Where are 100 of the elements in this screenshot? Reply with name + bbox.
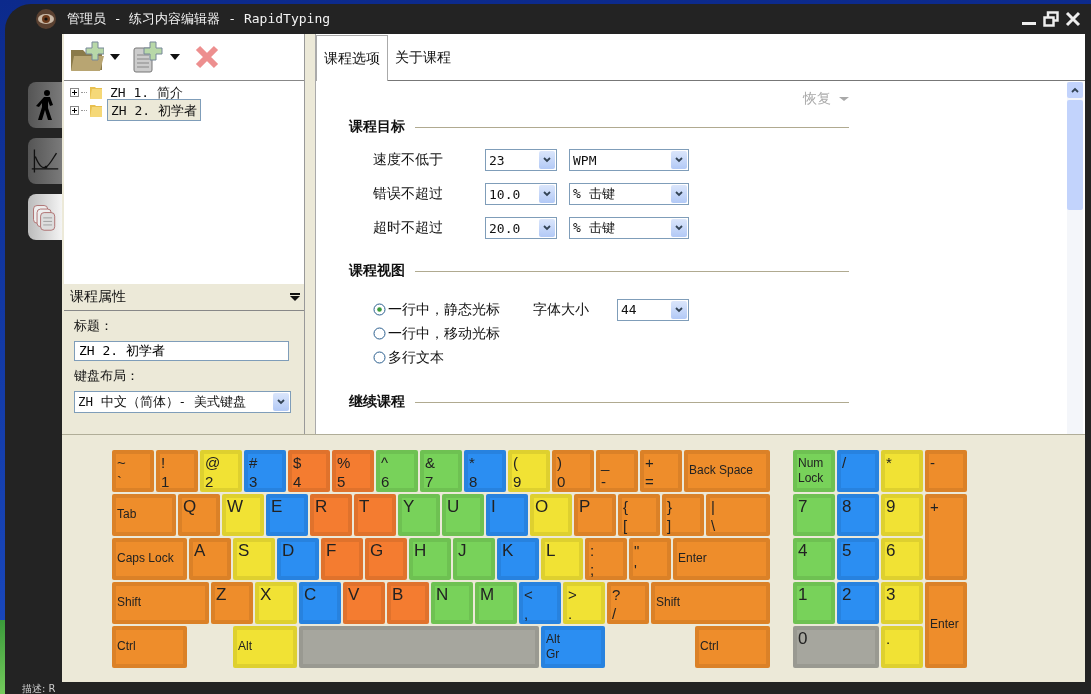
keyboard-key[interactable]: N xyxy=(431,581,473,624)
keyboard-key[interactable]: W xyxy=(222,493,264,536)
keyboard-key[interactable]: . xyxy=(881,625,923,668)
keyboard-key[interactable]: | \ xyxy=(706,493,770,536)
keyboard-key[interactable]: Tab xyxy=(112,493,176,536)
expander-icon[interactable] xyxy=(70,87,79,97)
keyboard-key[interactable]: 0 xyxy=(793,625,879,668)
keyboard-key[interactable]: M xyxy=(475,581,517,624)
keyboard-key[interactable]: 7 xyxy=(793,493,835,536)
keyboard-key[interactable]: R xyxy=(310,493,352,536)
value-dropdown[interactable]: 20.0 xyxy=(485,217,557,239)
keyboard-key[interactable]: F xyxy=(321,537,363,580)
keyboard-key[interactable]: * 8 xyxy=(464,449,506,492)
restore-icon[interactable] xyxy=(1043,11,1059,27)
keyboard-key[interactable]: ( 9 xyxy=(508,449,550,492)
keyboard-key[interactable]: I xyxy=(486,493,528,536)
keyboard-key[interactable]: 8 xyxy=(837,493,879,536)
radio-icon[interactable] xyxy=(373,327,386,340)
keyboard-key[interactable]: S xyxy=(233,537,275,580)
keyboard-key[interactable]: Z xyxy=(211,581,253,624)
keyboard-key[interactable]: B xyxy=(387,581,429,624)
keyboard-key[interactable]: O xyxy=(530,493,572,536)
keyboard-key[interactable]: A xyxy=(189,537,231,580)
radio-option[interactable]: 一行中，静态光标 xyxy=(373,300,533,319)
keyboard-key[interactable]: 6 xyxy=(881,537,923,580)
keyboard-key[interactable]: X xyxy=(255,581,297,624)
keyboard-key[interactable]: " ' xyxy=(629,537,671,580)
keyboard-key[interactable]: _ - xyxy=(596,449,638,492)
keyboard-key[interactable]: Enter xyxy=(925,581,967,668)
keyboard-key[interactable]: @ 2 xyxy=(200,449,242,492)
title-field[interactable]: ZH 2. 初学者 xyxy=(74,341,289,361)
keyboard-key[interactable] xyxy=(299,625,539,668)
keyboard-key[interactable]: Enter xyxy=(673,537,770,580)
keyboard-key[interactable]: C xyxy=(299,581,341,624)
side-tab[interactable] xyxy=(28,138,62,184)
radio-option[interactable]: 一行中，移动光标 xyxy=(373,324,533,343)
keyboard-key[interactable]: - xyxy=(925,449,967,492)
tree-item[interactable]: ZH 1. 简介 xyxy=(107,83,186,101)
keyboard-key[interactable]: Ctrl xyxy=(112,625,187,668)
value-dropdown[interactable]: 10.0 xyxy=(485,183,557,205)
keyboard-key[interactable]: V xyxy=(343,581,385,624)
keyboard-key[interactable]: Caps Lock xyxy=(112,537,187,580)
keyboard-key[interactable]: & 7 xyxy=(420,449,462,492)
keyboard-key[interactable]: Num Lock xyxy=(793,449,835,492)
keyboard-key[interactable]: Alt Gr xyxy=(541,625,605,668)
keyboard-key[interactable]: T xyxy=(354,493,396,536)
side-tab[interactable] xyxy=(28,82,62,128)
keyboard-key[interactable]: G xyxy=(365,537,407,580)
keyboard-key[interactable]: Shift xyxy=(112,581,209,624)
keyboard-key[interactable]: 3 xyxy=(881,581,923,624)
keyboard-key[interactable]: > . xyxy=(563,581,605,624)
keyboard-key[interactable]: 1 xyxy=(793,581,835,624)
unit-dropdown[interactable]: WPM xyxy=(569,149,689,171)
value-dropdown[interactable]: 23 xyxy=(485,149,557,171)
font-size-dropdown[interactable]: 44 xyxy=(617,298,689,321)
keyboard-key[interactable]: Y xyxy=(398,493,440,536)
keyboard-key[interactable]: < , xyxy=(519,581,561,624)
keyboard-key[interactable]: J xyxy=(453,537,495,580)
radio-option[interactable]: 多行文本 xyxy=(373,348,533,367)
keyboard-key[interactable]: + xyxy=(925,493,967,580)
keyboard-key[interactable]: L xyxy=(541,537,583,580)
keyboard-key[interactable]: H xyxy=(409,537,451,580)
keyboard-key[interactable]: { [ xyxy=(618,493,660,536)
unit-dropdown[interactable]: % 击键 xyxy=(569,217,689,239)
keyboard-key[interactable]: P xyxy=(574,493,616,536)
side-tab[interactable] xyxy=(28,194,62,240)
tab[interactable]: 关于课程 xyxy=(388,35,458,80)
keyboard-key[interactable]: $ 4 xyxy=(288,449,330,492)
scrollbar[interactable] xyxy=(1067,82,1083,434)
keyboard-key[interactable]: K xyxy=(497,537,539,580)
keyboard-key[interactable]: ! 1 xyxy=(156,449,198,492)
keyboard-key[interactable]: 5 xyxy=(837,537,879,580)
keyboard-key[interactable]: 4 xyxy=(793,537,835,580)
keyboard-key[interactable]: : ; xyxy=(585,537,627,580)
keyboard-key[interactable]: Alt xyxy=(233,625,297,668)
keyboard-key[interactable]: Back Space xyxy=(684,449,770,492)
keyboard-key[interactable]: Ctrl xyxy=(695,625,770,668)
keyboard-key[interactable]: Q xyxy=(178,493,220,536)
keyboard-key[interactable]: / xyxy=(837,449,879,492)
layout-dropdown[interactable]: ZH 中文（简体）- 美式键盘 xyxy=(74,391,291,413)
keyboard-key[interactable]: U xyxy=(442,493,484,536)
keyboard-key[interactable]: ^ 6 xyxy=(376,449,418,492)
keyboard-key[interactable]: ) 0 xyxy=(552,449,594,492)
keyboard-key[interactable]: Shift xyxy=(651,581,770,624)
tab[interactable]: 课程选项 xyxy=(316,35,388,81)
keyboard-key[interactable]: % 5 xyxy=(332,449,374,492)
keyboard-key[interactable]: E xyxy=(266,493,308,536)
radio-icon[interactable] xyxy=(373,303,386,316)
radio-icon[interactable] xyxy=(373,351,386,364)
keyboard-key[interactable]: # 3 xyxy=(244,449,286,492)
keyboard-key[interactable]: 9 xyxy=(881,493,923,536)
close-icon[interactable] xyxy=(1065,11,1081,27)
collapse-icon[interactable] xyxy=(290,293,300,301)
tree-item[interactable]: ZH 2. 初学者 xyxy=(107,99,201,121)
keyboard-key[interactable]: 2 xyxy=(837,581,879,624)
unit-dropdown[interactable]: % 击键 xyxy=(569,183,689,205)
keyboard-key[interactable]: D xyxy=(277,537,319,580)
keyboard-key[interactable]: + = xyxy=(640,449,682,492)
expander-icon[interactable] xyxy=(70,105,79,115)
keyboard-key[interactable]: * xyxy=(881,449,923,492)
